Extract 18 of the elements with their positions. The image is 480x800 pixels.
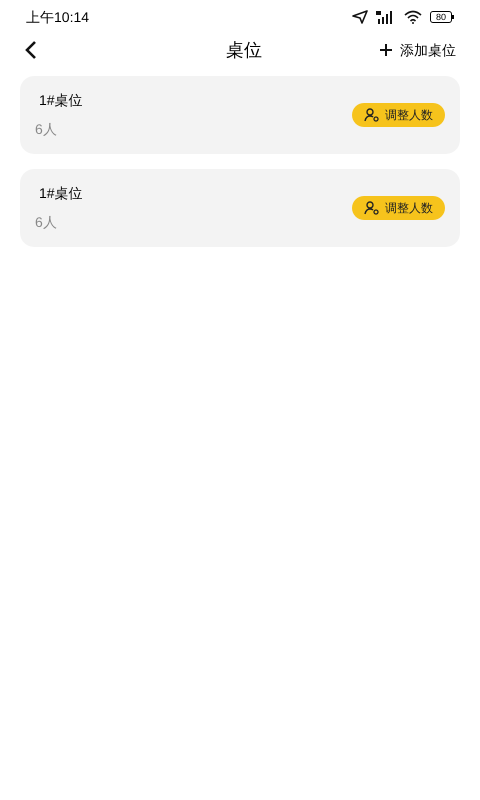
battery-icon: 80 (430, 11, 454, 23)
table-card[interactable]: 1#桌位 6人 调整人数 (20, 76, 460, 154)
adjust-seats-button[interactable]: 调整人数 (352, 103, 445, 127)
adjust-seats-button[interactable]: 调整人数 (352, 196, 445, 220)
person-gear-icon (364, 201, 379, 215)
seat-count: 6人 (35, 213, 58, 232)
add-table-button[interactable]: 添加桌位 (380, 40, 456, 60)
location-icon (352, 10, 368, 24)
table-name: 1#桌位 (38, 91, 83, 110)
back-icon[interactable] (24, 40, 38, 60)
plus-icon (380, 44, 392, 56)
page-title: 桌位 (226, 38, 262, 62)
status-time: 上午10:14 (26, 8, 90, 26)
person-gear-icon (364, 108, 379, 122)
table-card[interactable]: 1#桌位 6人 调整人数 (20, 169, 460, 247)
wifi-icon (404, 10, 422, 24)
seat-count: 6人 (35, 120, 58, 139)
table-name: 1#桌位 (38, 184, 83, 203)
